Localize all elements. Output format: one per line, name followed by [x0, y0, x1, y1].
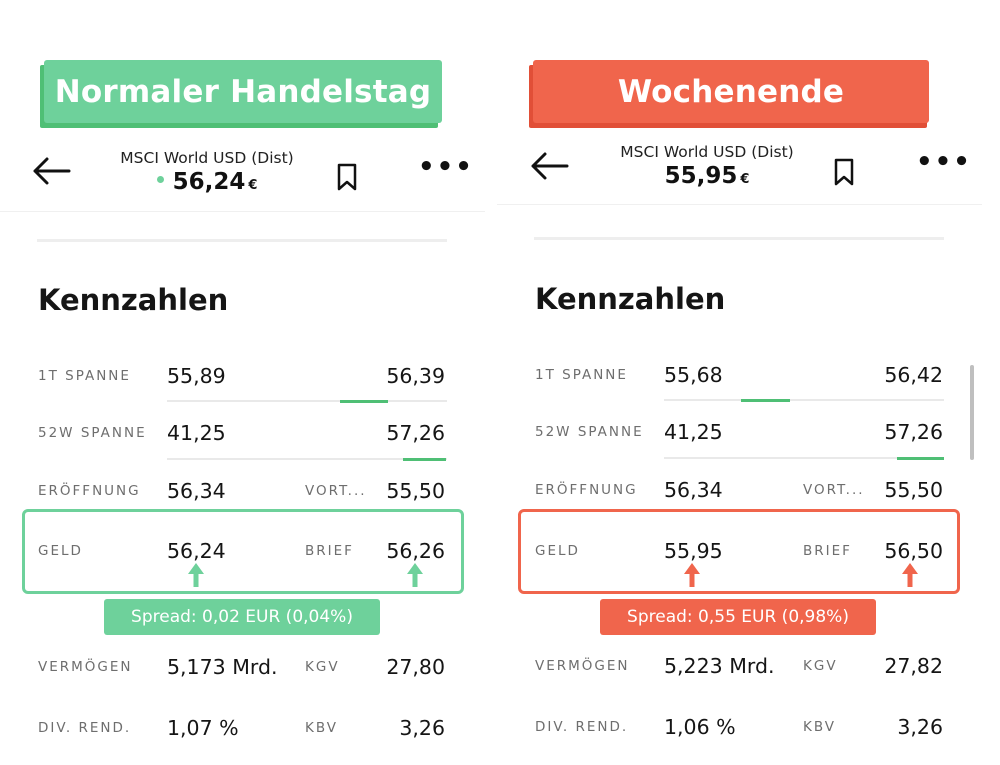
current-price: 56,24 € [92, 169, 322, 195]
currency-symbol: € [740, 172, 750, 187]
range-track [664, 399, 944, 401]
more-icon[interactable]: ••• [418, 154, 474, 180]
row-value: 1,07 % [167, 716, 239, 740]
row-div-rend: DIV. REND. 1,06 % KBV 3,26 [497, 715, 982, 745]
arrow-up-icon [188, 563, 204, 587]
separator [37, 239, 447, 242]
arrow-up-icon [902, 563, 918, 587]
row-div-rend: DIV. REND. 1,07 % KBV 3,26 [0, 716, 485, 746]
range-high: 57,26 [884, 420, 943, 444]
more-icon[interactable]: ••• [916, 149, 972, 175]
row-value: 55,95 [664, 539, 723, 563]
row-label: VERMÖGEN [535, 658, 630, 674]
range-high: 57,26 [386, 421, 445, 445]
header-divider [497, 204, 982, 205]
row-1t-spanne: 1T SPANNE 55,68 56,42 [497, 363, 982, 393]
row-eroeffnung: ERÖFFNUNG 56,34 VORT... 55,50 [497, 478, 982, 508]
arrow-up-icon [407, 563, 423, 587]
range-high: 56,42 [884, 363, 943, 387]
live-indicator [156, 176, 164, 183]
app-header: MSCI World USD (Dist) 56,24 € ••• [0, 135, 485, 213]
spread-label: Spread: 0,02 EUR (0,04%) [104, 599, 380, 635]
instrument-name: MSCI World USD (Dist) [120, 149, 294, 167]
row-1t-spanne: 1T SPANNE 55,89 56,39 [0, 364, 485, 394]
badge-weekend: Wochenende [533, 60, 929, 123]
range-bar [340, 400, 388, 403]
range-low: 41,25 [664, 420, 723, 444]
back-arrow-icon[interactable] [530, 150, 570, 182]
row-vermoegen: VERMÖGEN 5,223 Mrd. KGV 27,82 [497, 654, 982, 684]
row-label: 52W SPANNE [535, 424, 644, 440]
row-value-2: 55,50 [386, 479, 445, 503]
title-block: MSCI World USD (Dist) 56,24 € [92, 149, 322, 195]
row-value: 5,173 Mrd. [167, 655, 278, 679]
range-high: 56,39 [386, 364, 445, 388]
row-value-2: 3,26 [897, 715, 943, 739]
row-label: ERÖFFNUNG [535, 482, 638, 498]
row-value-2: 27,82 [884, 654, 943, 678]
row-label: 1T SPANNE [38, 368, 131, 384]
row-value: 56,34 [664, 478, 723, 502]
section-title: Kennzahlen [535, 282, 726, 316]
range-track [167, 400, 447, 402]
bookmark-icon[interactable] [833, 158, 855, 186]
row-eroeffnung: ERÖFFNUNG 56,34 VORT... 55,50 [0, 479, 485, 509]
row-value-2: 55,50 [884, 478, 943, 502]
header-divider [0, 211, 485, 212]
row-label: GELD [38, 543, 83, 559]
row-value: 5,223 Mrd. [664, 654, 775, 678]
row-label: 52W SPANNE [38, 425, 147, 441]
badge-normal-trading-day: Normaler Handelstag [44, 60, 442, 123]
instrument-name: MSCI World USD (Dist) [620, 143, 794, 161]
current-price: 55,95 € [592, 163, 822, 189]
row-label: DIV. REND. [535, 719, 629, 735]
price-value: 55,95 [664, 163, 738, 189]
price-value: 56,24 [172, 169, 246, 195]
app-header: MSCI World USD (Dist) 55,95 € ••• [497, 130, 982, 208]
row-52w-spanne: 52W SPANNE 41,25 57,26 [0, 421, 485, 451]
row-vermoegen: VERMÖGEN 5,173 Mrd. KGV 27,80 [0, 655, 485, 685]
row-label: DIV. REND. [38, 720, 132, 736]
row-value-2: 56,26 [386, 539, 445, 563]
back-arrow-icon[interactable] [32, 155, 72, 187]
row-52w-spanne: 52W SPANNE 41,25 57,26 [497, 420, 982, 450]
row-label: ERÖFFNUNG [38, 483, 141, 499]
range-low: 41,25 [167, 421, 226, 445]
range-low: 55,89 [167, 364, 226, 388]
row-label: GELD [535, 543, 580, 559]
row-value-2: 56,50 [884, 539, 943, 563]
currency-symbol: € [248, 178, 258, 193]
row-value-2: 3,26 [399, 716, 445, 740]
arrow-up-icon [684, 563, 700, 587]
range-bar [741, 399, 790, 402]
range-bar [403, 458, 446, 461]
row-value: 56,24 [167, 539, 226, 563]
scrollbar[interactable] [970, 365, 974, 460]
row-value-2: 27,80 [386, 655, 445, 679]
right-panel-weekend: Wochenende MSCI World USD (Dist) 55,95 € … [497, 0, 982, 765]
row-label: 1T SPANNE [535, 367, 628, 383]
separator [534, 237, 944, 240]
range-low: 55,68 [664, 363, 723, 387]
row-label: VERMÖGEN [38, 659, 133, 675]
spread-label: Spread: 0,55 EUR (0,98%) [600, 599, 876, 635]
left-panel-normal-trading-day: Normaler Handelstag MSCI World USD (Dist… [0, 0, 485, 765]
section-title: Kennzahlen [38, 283, 229, 317]
row-value: 1,06 % [664, 715, 736, 739]
row-value: 56,34 [167, 479, 226, 503]
range-bar [897, 457, 944, 460]
bookmark-icon[interactable] [336, 163, 358, 191]
title-block: MSCI World USD (Dist) 55,95 € [592, 143, 822, 189]
